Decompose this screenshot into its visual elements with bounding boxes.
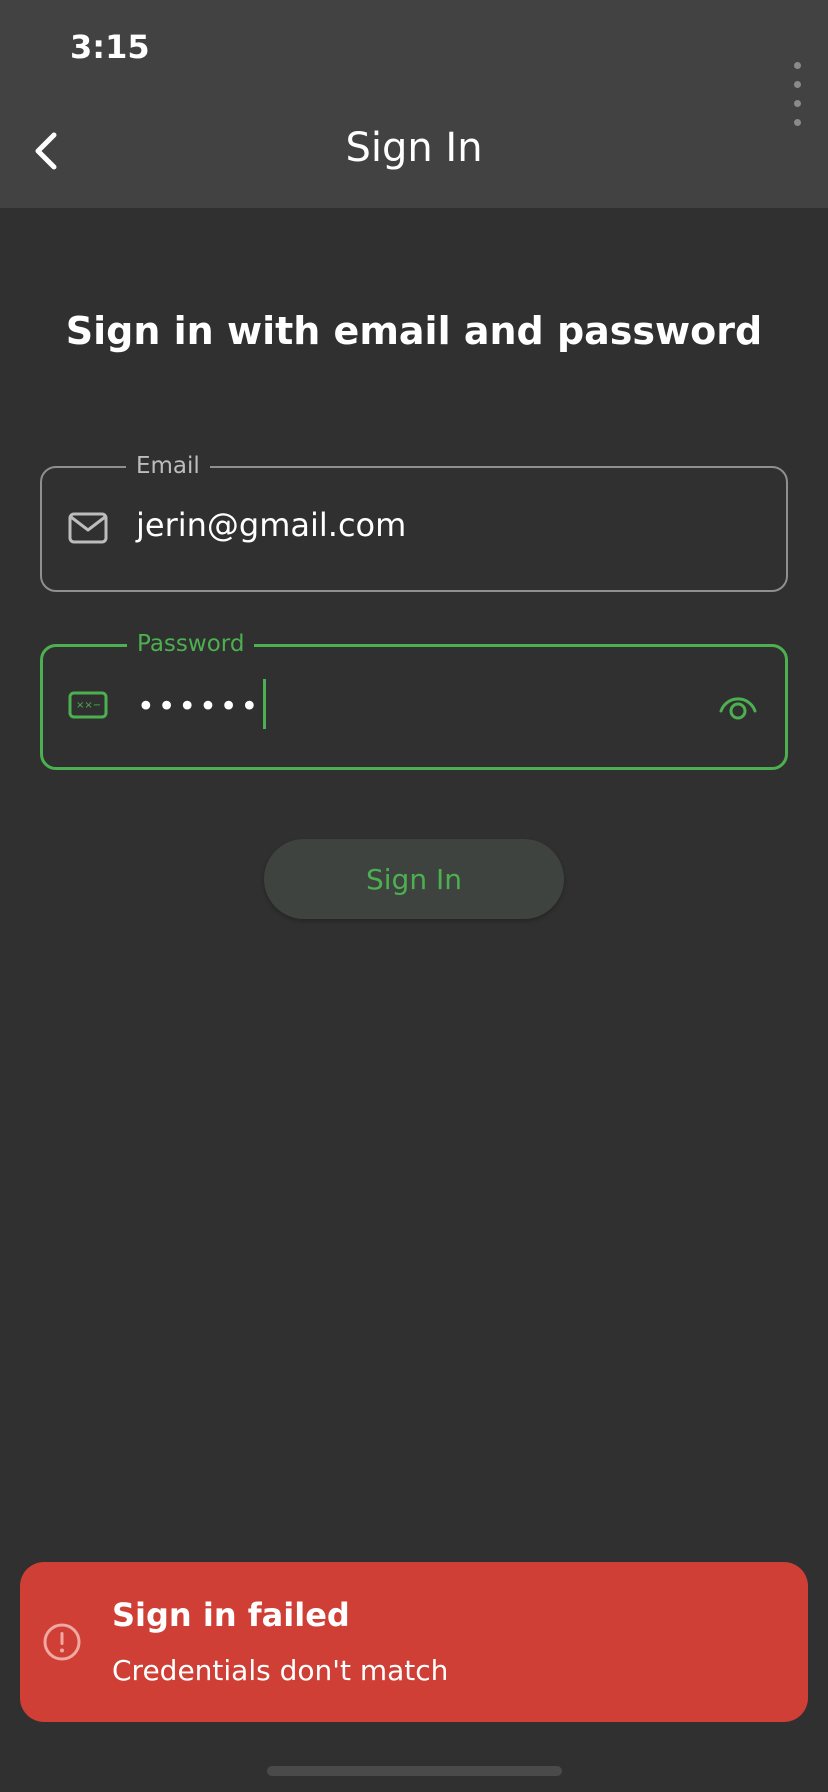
eye-icon[interactable] <box>717 685 759 727</box>
email-field-label: Email <box>126 449 210 483</box>
toast-message: Credentials don't match <box>112 1654 449 1687</box>
page-title: Sign In <box>345 125 483 171</box>
password-icon: ××− <box>68 691 108 719</box>
password-field-label: Password <box>127 627 255 661</box>
error-toast: Sign in failed Credentials don't match <box>20 1562 808 1722</box>
email-field[interactable]: Email jerin@gmail.com <box>40 449 788 592</box>
cellular-signal-icon <box>794 54 803 130</box>
email-input[interactable]: jerin@gmail.com <box>136 506 406 544</box>
password-input[interactable]: •••••• <box>137 679 267 733</box>
toast-title: Sign in failed <box>112 1596 350 1634</box>
sign-in-button[interactable]: Sign In <box>264 839 564 919</box>
password-value: •••••• <box>137 689 262 725</box>
error-circle-icon <box>43 1623 81 1661</box>
mail-icon <box>68 512 108 544</box>
top-bar: 3:15 Sign In <box>0 0 828 208</box>
svg-text:××−: ××− <box>76 700 101 711</box>
sign-in-screen: 3:15 Sign In Sign in with email and pass… <box>0 0 828 1792</box>
password-field[interactable]: Password ××− •••••• <box>40 627 788 770</box>
status-time: 3:15 <box>70 28 150 66</box>
form-heading: Sign in with email and password <box>65 309 763 353</box>
text-cursor <box>263 679 267 729</box>
home-indicator[interactable] <box>267 1766 562 1776</box>
